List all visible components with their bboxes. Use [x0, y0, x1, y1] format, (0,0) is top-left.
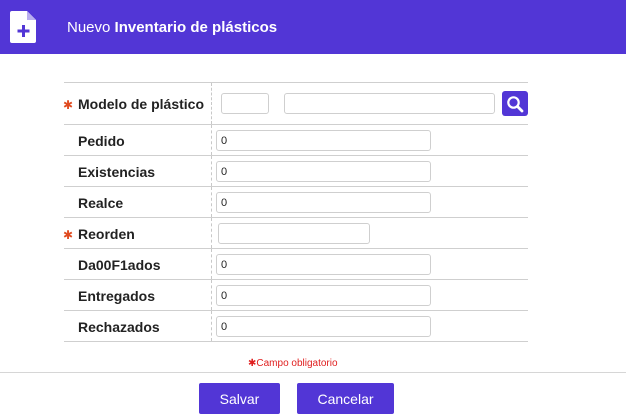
cancel-button[interactable]: Cancelar [297, 383, 394, 414]
form-row-existencias: Existencias [64, 156, 528, 187]
rechazados-input[interactable] [216, 316, 431, 337]
new-document-icon [10, 11, 36, 43]
field-label-existencias: Existencias [78, 164, 156, 180]
title-prefix: Nuevo [67, 19, 111, 36]
column-divider [211, 280, 212, 310]
required-field-note: ✱Campo obligatorio [248, 358, 338, 369]
realce-input[interactable] [216, 192, 431, 213]
form-row-danados: Da00F1ados [64, 249, 528, 280]
inventory-form: ✱ Modelo de plástico Pedido Existencias … [63, 82, 528, 342]
form-row-reorden: ✱ Reorden [63, 218, 528, 249]
field-label-modelo: Modelo de plástico [78, 96, 205, 112]
modelo-description-input[interactable] [284, 93, 495, 114]
required-note-text: Campo obligatorio [256, 358, 338, 369]
column-divider [211, 218, 212, 248]
column-divider [211, 311, 212, 341]
column-divider [211, 83, 212, 124]
search-button[interactable] [502, 91, 528, 116]
field-label-realce: Realce [78, 195, 124, 211]
form-row-realce: Realce [64, 187, 528, 218]
reorden-input[interactable] [218, 223, 370, 244]
title-bold: Inventario de plásticos [114, 19, 278, 36]
field-label-pedido: Pedido [78, 133, 125, 149]
required-asterisk-icon: ✱ [63, 228, 74, 242]
field-label-entregados: Entregados [78, 288, 156, 304]
danados-input[interactable] [216, 254, 431, 275]
field-label-danados: Da00F1ados [78, 257, 161, 273]
pedido-input[interactable] [216, 130, 431, 151]
dialog-header: Nuevo Inventario de plásticos [0, 0, 626, 54]
required-asterisk-icon: ✱ [63, 98, 74, 112]
field-label-rechazados: Rechazados [78, 319, 160, 335]
modelo-code-input[interactable] [221, 93, 269, 114]
column-divider [211, 187, 212, 217]
entregados-input[interactable] [216, 285, 431, 306]
save-button[interactable]: Salvar [199, 383, 280, 414]
dialog-title: Nuevo Inventario de plásticos [67, 19, 277, 36]
footer-divider [0, 372, 626, 373]
column-divider [211, 156, 212, 186]
form-row-pedido: Pedido [64, 125, 528, 156]
field-label-reorden: Reorden [78, 226, 135, 242]
column-divider [211, 125, 212, 155]
existencias-input[interactable] [216, 161, 431, 182]
column-divider [211, 249, 212, 279]
form-row-entregados: Entregados [64, 280, 528, 311]
form-row-modelo: ✱ Modelo de plástico [63, 83, 528, 125]
search-icon [507, 95, 524, 112]
form-row-rechazados: Rechazados [64, 311, 528, 342]
